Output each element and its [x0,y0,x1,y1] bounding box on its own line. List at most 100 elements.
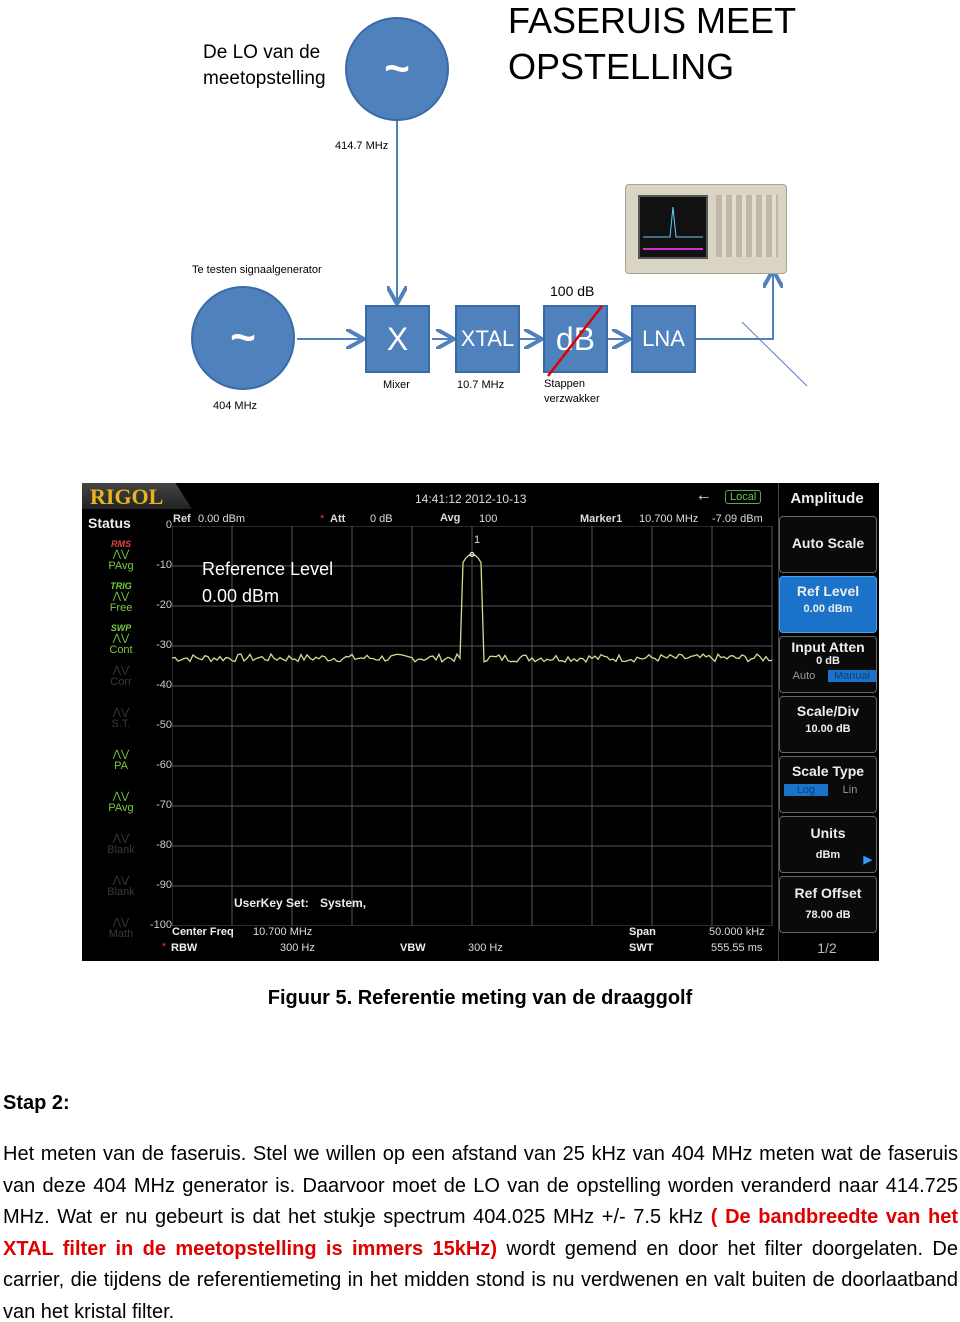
attenuator-value: 100 dB [550,283,595,299]
analyzer-screen-icon [638,195,708,259]
sine-symbol: ~ [230,313,256,362]
lo-label-line: meetopstelling [203,68,326,89]
y-tick-label: -50 [156,719,172,731]
marker-number: 1 [474,534,481,546]
mixer-block: X [365,305,430,373]
userkey-label: UserKey Set: [234,896,309,910]
button-label: Auto Scale [791,535,865,551]
block-label: XTAL [460,326,515,351]
userkey-value: System, [320,896,367,910]
button-value: 78.00 dB [805,909,851,921]
y-tick-label: -90 [156,879,172,891]
scale-div-button[interactable]: Scale/Div 10.00 dB [779,696,877,753]
keypad-icon [716,195,778,257]
overlay-line: Reference Level [202,559,334,579]
ref-level-button[interactable]: Ref Level 0.00 dBm [779,576,877,633]
spectrum-analyzer-photo [625,184,787,274]
ref-offset-button[interactable]: Ref Offset 78.00 dB [779,876,877,933]
span-value: 50.000 kHz [709,926,765,938]
att-value: 0 dB [370,513,393,525]
step-heading: Stap 2: [3,1092,70,1114]
scale-type-button[interactable]: Scale Type Log Lin [779,756,877,813]
center-freq-label: Center Freq [172,926,234,938]
sine-symbol: ~ [384,44,410,93]
vbw-label: VBW [400,942,426,954]
units-button[interactable]: Units dBm ▶ [779,816,877,873]
button-label: Ref Offset [794,885,862,901]
y-tick-label: -60 [156,759,172,771]
input-atten-button[interactable]: Input Atten 0 dB Auto Manual [779,636,877,693]
y-tick-label: -30 [156,639,172,651]
center-freq-value: 10.700 MHz [253,926,313,938]
att-asterisk-icon: * [320,513,325,525]
status-item-top: RMS [111,539,131,549]
scale-lin-option[interactable]: Lin [828,784,872,796]
usb-icon: ⭠ [698,488,710,504]
button-label: Units [810,825,846,841]
status-item-top: TRIG [110,581,132,591]
y-tick-label: 0 [165,519,172,531]
button-label: Scale Type [791,763,865,779]
auto-scale-button[interactable]: Auto Scale [779,516,877,573]
button-value: 0 dB [816,655,840,667]
figure-caption: Figuur 5. Referentie meting van de draag… [267,987,693,1009]
ref-value: 0.00 dBm [198,513,246,525]
status-item-top: SWP [110,623,132,633]
signal-generator-icon: ~ [191,286,295,390]
block-caption: Stappen verzwakker [544,378,600,405]
button-label: Ref Level [796,583,860,599]
status-wave-icon: ⋀⋁ [112,665,130,676]
attenuator-slash-icon [547,305,603,377]
ref-label: Ref [173,513,191,525]
avg-value: 100 [479,513,498,525]
swt-label: SWT [629,942,654,954]
xtal-block: XTAL [455,305,520,373]
button-value: 10.00 dB [805,723,851,735]
diagram-title: FASERUIS MEET OPSTELLING [508,0,796,90]
y-tick-label: -70 [156,799,172,811]
block-caption: 10.7 MHz [457,379,505,391]
generator-label: Te testen signaalgenerator [192,264,322,276]
lo-oscillator-icon: ~ [345,17,449,121]
rigol-logo: RIGOL [90,484,164,509]
title-line: FASERUIS MEET [508,0,797,41]
lo-label: De LO van de meetopstelling [203,40,326,92]
rbw-value: 300 Hz [280,942,315,954]
reference-level-overlay: Reference Level 0.00 dBm [202,556,333,610]
lo-frequency: 414.7 MHz [335,140,389,152]
block-caption: Mixer [383,379,410,391]
overlay-line: 0.00 dBm [202,586,280,606]
marker-freq: 10.700 MHz [639,513,699,525]
block-label: X [386,320,409,357]
menu-page-indicator[interactable]: 1/2 [779,940,875,956]
y-tick-label: -80 [156,839,172,851]
status-item: ⋀⋁ PAvg [82,791,160,831]
marker-level: -7.09 dBm [712,513,763,525]
y-tick-label: -40 [156,679,172,691]
block-label: LNA [642,326,685,351]
lo-label-line: De LO van de [203,42,321,63]
datetime: 14:41:12 2012-10-13 [415,492,527,506]
rbw-asterisk-icon: * [162,941,167,953]
title-line: OPSTELLING [508,46,735,87]
y-tick-label: -100 [149,919,172,931]
marker-label: Marker1 [580,513,623,525]
document-page: De LO van de meetopstelling ~ FASERUIS M… [0,0,960,1322]
status-title: Status [88,515,131,531]
atten-manual-option[interactable]: Manual [828,670,876,682]
y-tick-label: -20 [156,599,172,611]
atten-auto-option[interactable]: Auto [780,670,828,682]
status-wave-icon: ⋀⋁ [112,707,130,718]
analyzer-screenshot: RIGOL 14:41:12 2012-10-13 ⭠ Local Status… [82,483,879,961]
button-label: Input Atten [791,639,865,655]
body-paragraph: Het meten van de faseruis. Stel we wille… [3,1139,958,1322]
span-label: Span [629,926,656,938]
avg-label: Avg [440,512,461,524]
scale-log-option[interactable]: Log [784,784,828,796]
att-label: Att [330,513,346,525]
local-badge: Local [725,490,762,504]
button-value: 0.00 dBm [803,603,853,615]
swt-value: 555.55 ms [711,942,763,954]
menu-title: Amplitude [790,490,864,507]
button-value: dBm [815,849,841,861]
